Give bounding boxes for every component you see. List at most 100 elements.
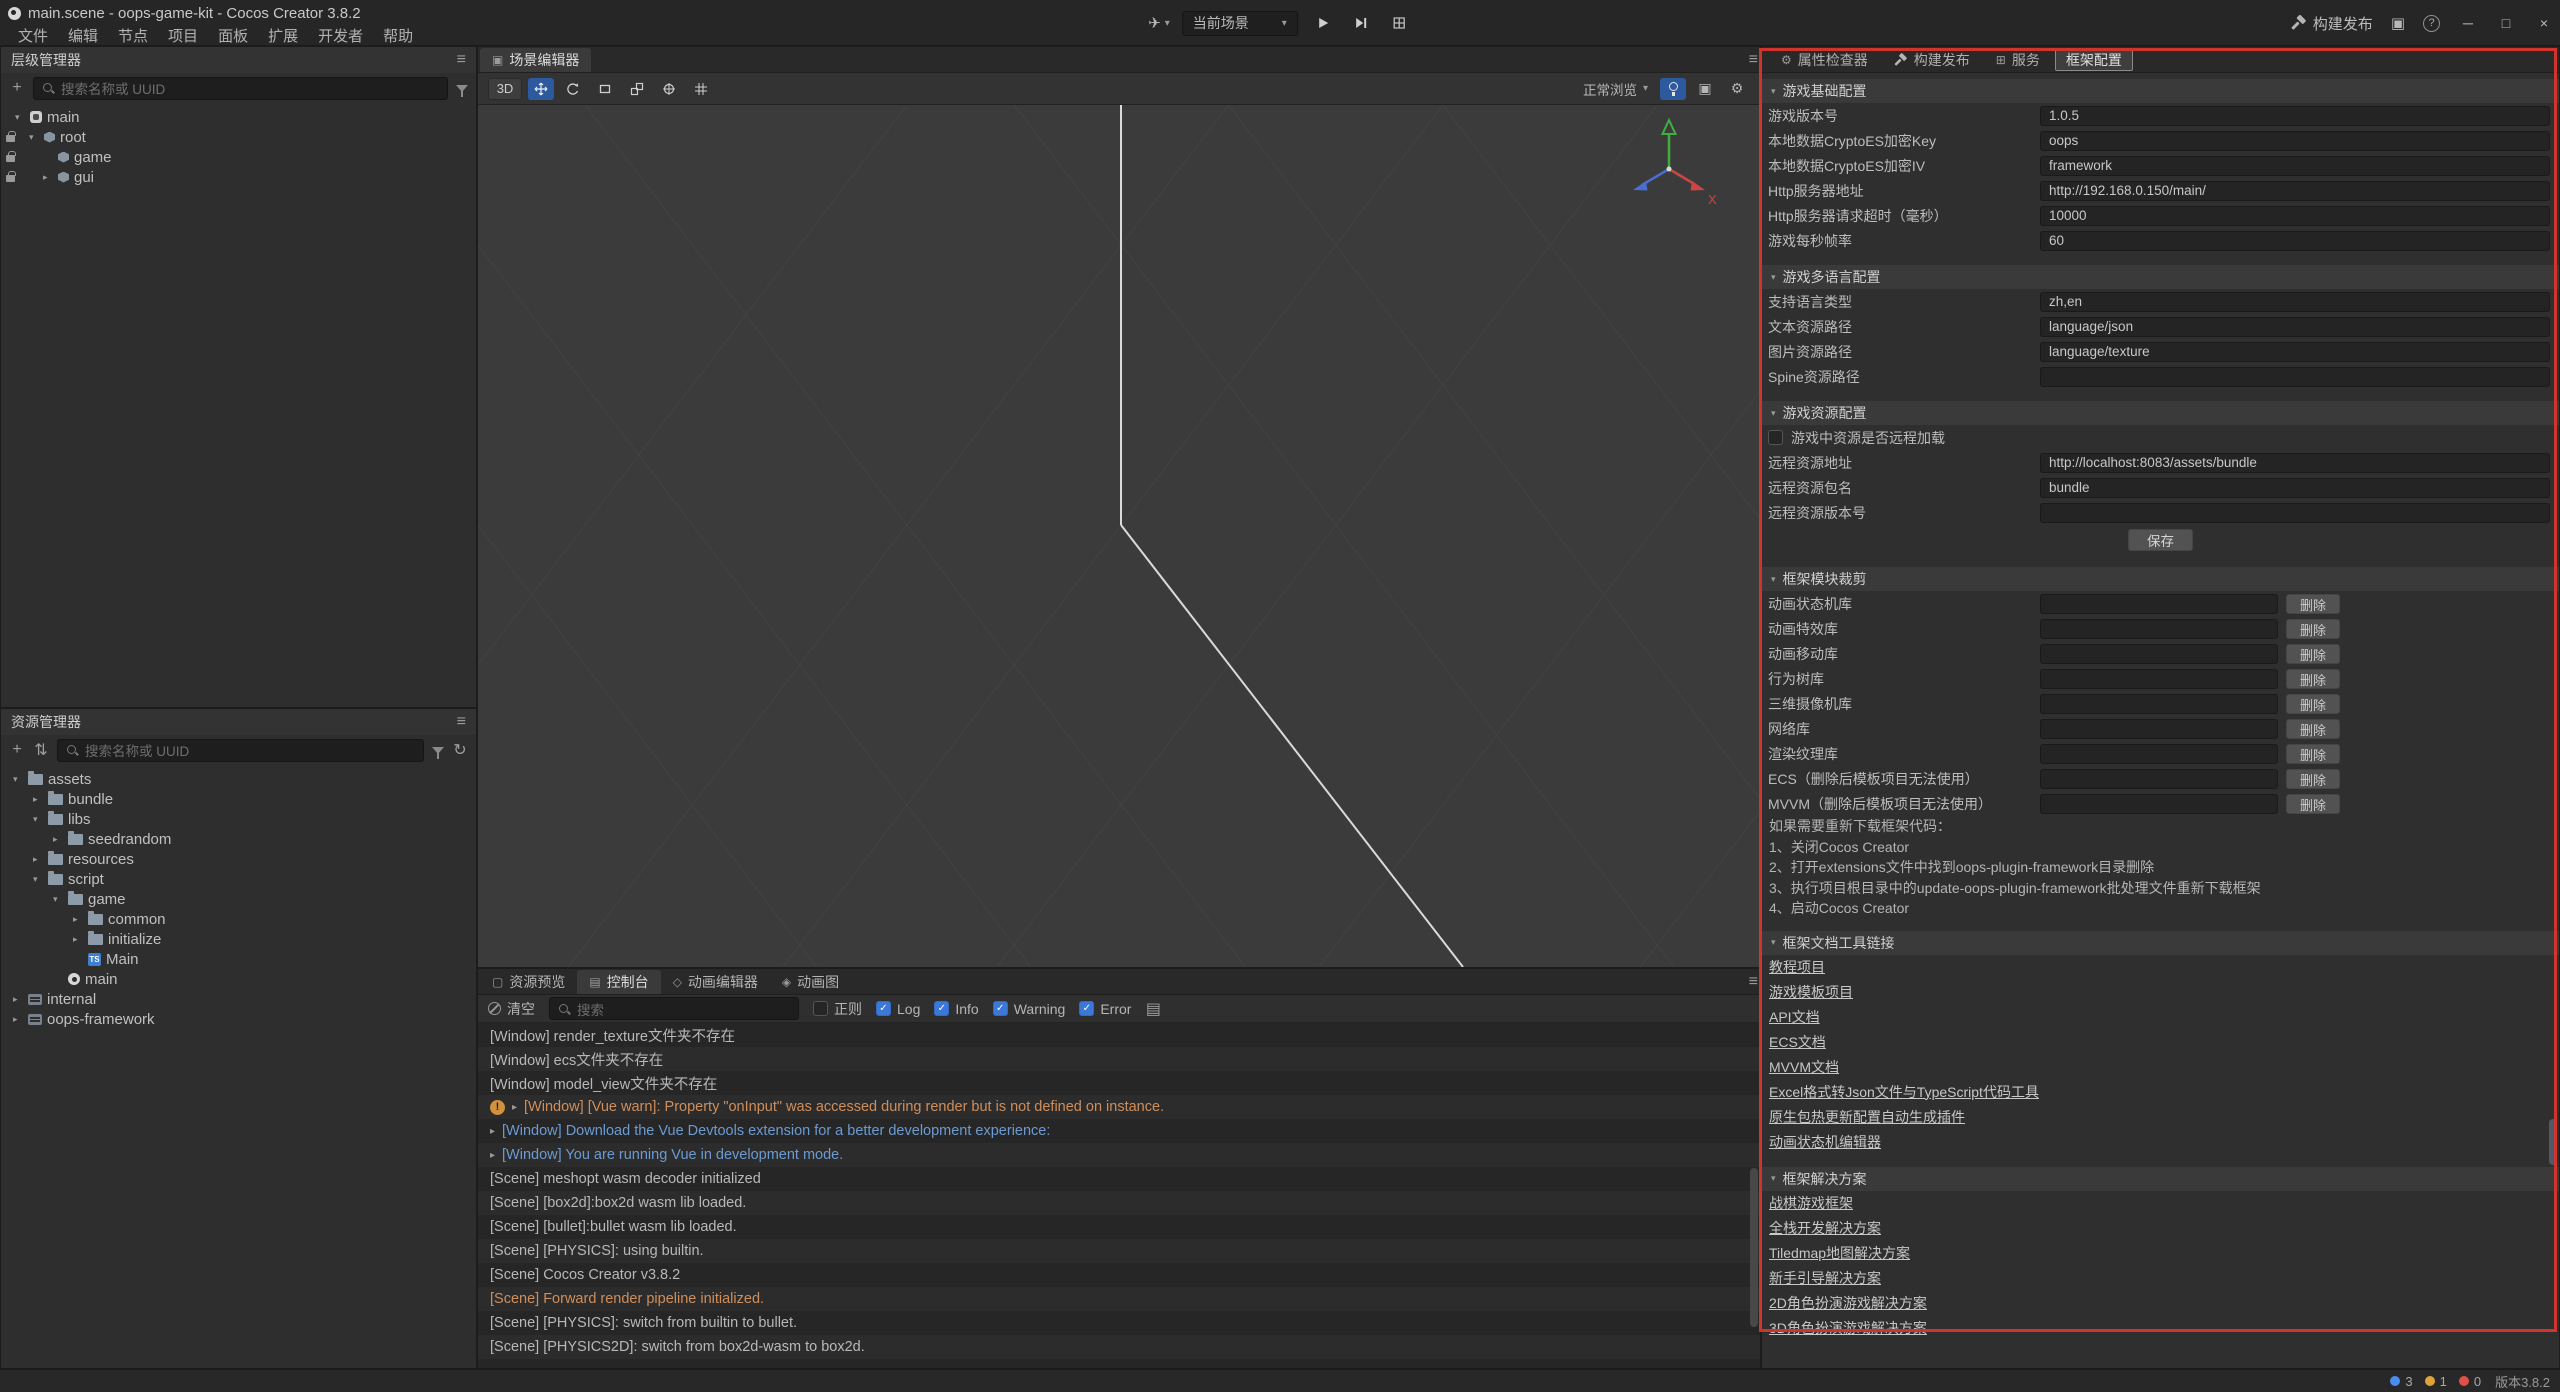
log-row[interactable]: [Scene] Cocos Creator v3.8.2 bbox=[478, 1263, 1760, 1287]
hierarchy-node[interactable]: game bbox=[1, 147, 476, 167]
hierarchy-node[interactable]: ▾main bbox=[1, 107, 476, 127]
property-input[interactable] bbox=[2040, 317, 2550, 337]
asset-node[interactable]: main bbox=[1, 969, 476, 989]
axis-gizmo[interactable]: X bbox=[1594, 111, 1744, 221]
tab-service[interactable]: ⊞服务 bbox=[1985, 49, 2051, 71]
gizmo-display-button[interactable]: ▣ bbox=[1692, 78, 1718, 100]
doc-link[interactable]: API文档 bbox=[1769, 1005, 1820, 1030]
property-input[interactable] bbox=[2040, 744, 2278, 764]
rotate-tool-button[interactable] bbox=[560, 78, 586, 100]
log-row[interactable]: [Scene] [PHYSICS]: switch from builtin t… bbox=[478, 1311, 1760, 1335]
delete-module-button[interactable]: 删除 bbox=[2286, 769, 2340, 789]
rect-tool-button[interactable] bbox=[592, 78, 618, 100]
view-mode-select[interactable]: 正常浏览 ▾ bbox=[1583, 79, 1648, 99]
asset-node[interactable]: TSMain bbox=[1, 949, 476, 969]
property-input[interactable] bbox=[2040, 669, 2278, 689]
scene-selector[interactable]: 当前场景 ▾ bbox=[1182, 11, 1298, 36]
log-row[interactable]: [Scene] Forward render pipeline initiali… bbox=[478, 1287, 1760, 1311]
filter-warning[interactable]: ✓Warning bbox=[993, 1001, 1066, 1017]
delete-module-button[interactable]: 删除 bbox=[2286, 794, 2340, 814]
tab-framework-config[interactable]: 框架配置 bbox=[2055, 49, 2133, 71]
hierarchy-search-input[interactable]: 搜索名称或 UUID bbox=[33, 77, 448, 100]
create-node-button[interactable]: + bbox=[9, 79, 25, 97]
asset-node[interactable]: ▾libs bbox=[1, 809, 476, 829]
scale-tool-button[interactable] bbox=[624, 78, 650, 100]
property-input[interactable] bbox=[2040, 231, 2550, 251]
tab-inspector[interactable]: ⚙属性检查器 bbox=[1770, 49, 1879, 71]
help-icon[interactable]: ? bbox=[2423, 15, 2440, 32]
close-button[interactable]: × bbox=[2534, 15, 2554, 31]
panel-menu-icon[interactable]: ≡ bbox=[457, 713, 466, 731]
doc-link[interactable]: 新手引导解决方案 bbox=[1769, 1266, 1881, 1291]
asset-node[interactable]: ▾script bbox=[1, 869, 476, 889]
regex-checkbox[interactable]: 正则 bbox=[813, 999, 862, 1019]
property-input[interactable] bbox=[2040, 156, 2550, 176]
delete-module-button[interactable]: 删除 bbox=[2286, 719, 2340, 739]
log-row[interactable]: [Scene] [PHYSICS]: using builtin. bbox=[478, 1239, 1760, 1263]
panel-menu-icon[interactable]: ≡ bbox=[1749, 973, 1758, 991]
tab-assets-preview[interactable]: ▢资源预览 bbox=[480, 970, 577, 994]
log-row[interactable]: [Window] render_texture文件夹不存在 bbox=[478, 1023, 1760, 1047]
section-header[interactable]: ▾游戏资源配置 bbox=[1762, 401, 2559, 425]
asset-node[interactable]: ▾assets bbox=[1, 769, 476, 789]
doc-link[interactable]: 2D角色扮演游戏解决方案 bbox=[1769, 1291, 1927, 1316]
export-log-icon[interactable]: ▤ bbox=[1145, 999, 1161, 1019]
save-button[interactable]: 保存 bbox=[2128, 529, 2193, 551]
expand-arrow-icon[interactable]: ▾ bbox=[13, 774, 28, 785]
section-header[interactable]: ▾框架解决方案 bbox=[1762, 1167, 2559, 1191]
lighting-toggle-button[interactable] bbox=[1660, 78, 1686, 100]
play-button[interactable] bbox=[1310, 10, 1336, 36]
property-input[interactable] bbox=[2040, 106, 2550, 126]
expand-arrow-icon[interactable]: ▸ bbox=[73, 914, 88, 925]
expand-arrow-icon[interactable]: ▾ bbox=[33, 874, 48, 885]
log-row[interactable]: [Scene] [bullet]:bullet wasm lib loaded. bbox=[478, 1215, 1760, 1239]
scene-viewport[interactable]: X bbox=[478, 105, 1760, 967]
asset-node[interactable]: ▾game bbox=[1, 889, 476, 909]
log-row[interactable]: ▸[Window] Download the Vue Devtools exte… bbox=[478, 1119, 1760, 1143]
expand-arrow-icon[interactable]: ▸ bbox=[43, 172, 58, 183]
hierarchy-node[interactable]: ▸gui bbox=[1, 167, 476, 187]
section-header[interactable]: ▾游戏基础配置 bbox=[1762, 79, 2559, 103]
package-icon[interactable]: ▣ bbox=[2391, 14, 2405, 32]
log-row[interactable]: [Scene] [box2d]:box2d wasm lib loaded. bbox=[478, 1191, 1760, 1215]
hierarchy-node[interactable]: ▾root bbox=[1, 127, 476, 147]
tab-console[interactable]: ▤控制台 bbox=[577, 970, 660, 994]
doc-link[interactable]: 战棋游戏框架 bbox=[1769, 1191, 1853, 1216]
property-input[interactable] bbox=[2040, 769, 2278, 789]
expand-arrow-icon[interactable]: ▸ bbox=[53, 834, 68, 845]
section-header[interactable]: ▾框架模块裁剪 bbox=[1762, 567, 2559, 591]
console-search-input[interactable]: 搜索 bbox=[549, 997, 799, 1020]
property-input[interactable] bbox=[2040, 453, 2550, 473]
asset-node[interactable]: ▸common bbox=[1, 909, 476, 929]
filter-error[interactable]: ✓Error bbox=[1079, 1001, 1131, 1017]
property-input[interactable] bbox=[2040, 292, 2550, 312]
delete-module-button[interactable]: 删除 bbox=[2286, 669, 2340, 689]
build-publish-button[interactable]: 构建发布 bbox=[2292, 13, 2373, 34]
expand-arrow-icon[interactable]: ▸ bbox=[490, 1126, 495, 1137]
property-input[interactable] bbox=[2040, 619, 2278, 639]
status-count-warning[interactable]: 1 bbox=[2425, 1374, 2447, 1389]
filter-icon[interactable] bbox=[432, 747, 444, 754]
delete-module-button[interactable]: 删除 bbox=[2286, 744, 2340, 764]
maximize-button[interactable]: □ bbox=[2496, 15, 2516, 31]
doc-link[interactable]: 全栈开发解决方案 bbox=[1769, 1216, 1881, 1241]
status-count-error[interactable]: 0 bbox=[2459, 1374, 2481, 1389]
expand-arrow-icon[interactable]: ▾ bbox=[33, 814, 48, 825]
asset-node[interactable]: ▸resources bbox=[1, 849, 476, 869]
menu-item[interactable]: 节点 bbox=[108, 25, 158, 46]
log-row[interactable]: [Window] model_view文件夹不存在 bbox=[478, 1071, 1760, 1095]
expand-arrow-icon[interactable]: ▸ bbox=[512, 1102, 517, 1113]
doc-link[interactable]: MVVM文档 bbox=[1769, 1055, 1839, 1080]
delete-module-button[interactable]: 删除 bbox=[2286, 694, 2340, 714]
menu-item[interactable]: 编辑 bbox=[58, 25, 108, 46]
property-input[interactable] bbox=[2040, 694, 2278, 714]
log-row[interactable]: [Window] ecs文件夹不存在 bbox=[478, 1047, 1760, 1071]
expand-arrow-icon[interactable]: ▾ bbox=[53, 894, 68, 905]
expand-arrow-icon[interactable]: ▸ bbox=[33, 854, 48, 865]
expand-arrow-icon[interactable]: ▾ bbox=[29, 132, 44, 143]
scrollbar-thumb[interactable] bbox=[1750, 1168, 1758, 1327]
expand-arrow-icon[interactable]: ▸ bbox=[73, 934, 88, 945]
menu-item[interactable]: 项目 bbox=[158, 25, 208, 46]
property-input[interactable] bbox=[2040, 131, 2550, 151]
tab-animation-graph[interactable]: ◈动画图 bbox=[770, 970, 851, 994]
